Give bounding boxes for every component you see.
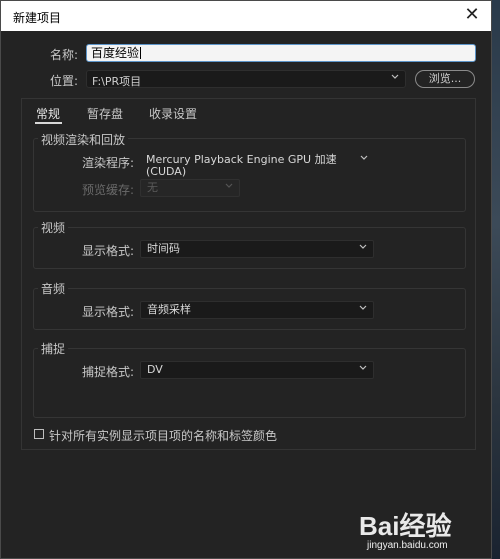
audio-format-label: 显示格式: (82, 305, 135, 319)
audio-format-value: 音频采样 (147, 303, 191, 316)
show-label-color-checkbox[interactable] (34, 429, 44, 439)
audio-group-title: 音频 (38, 280, 69, 297)
renderer-dropdown[interactable]: Mercury Playback Engine GPU 加速 (CUDA) (140, 152, 374, 178)
preview-cache-value: 无 (147, 181, 158, 194)
capture-format-value: DV (147, 363, 163, 376)
name-label: 名称: (50, 48, 79, 62)
render-group-title: 视频渲染和回放 (38, 131, 129, 148)
render-playback-group (33, 138, 466, 212)
watermark-brand: Bai经验 (359, 511, 452, 541)
active-tab-indicator (35, 122, 62, 124)
renderer-label: 渲染程序: (82, 156, 135, 170)
preview-cache-dropdown[interactable]: 无 (140, 179, 240, 197)
title-bar: 新建项目 ✕ (1, 1, 491, 31)
location-dropdown[interactable]: F:\PR项目 (86, 70, 406, 88)
chevron-down-icon (391, 72, 399, 82)
chevron-down-icon (360, 153, 368, 163)
chevron-down-icon (359, 363, 367, 373)
new-project-dialog: 新建项目 ✕ 名称: 百度经验 位置: F:\PR项目 浏览... 常规 暂存盘… (0, 0, 492, 559)
project-name-value: 百度经验 (91, 46, 140, 60)
capture-group (33, 348, 466, 418)
video-format-label: 显示格式: (82, 244, 135, 258)
close-icon[interactable]: ✕ (461, 4, 483, 26)
capture-group-title: 捕捉 (38, 340, 69, 357)
video-group-title: 视频 (38, 219, 69, 236)
chevron-down-icon (359, 242, 367, 252)
chevron-down-icon (359, 303, 367, 313)
dialog-title: 新建项目 (13, 11, 62, 25)
location-value: F:\PR项目 (92, 75, 142, 88)
capture-format-label: 捕捉格式: (82, 365, 135, 379)
watermark-url: jingyan.baidu.com (367, 540, 448, 551)
show-label-color-label: 针对所有实例显示项目项的名称和标签颜色 (49, 429, 278, 443)
preview-cache-label: 预览缓存: (82, 183, 135, 197)
chevron-down-icon (225, 181, 233, 191)
tab-scratch-disks[interactable]: 暂存盘 (87, 105, 123, 122)
browse-button[interactable]: 浏览... (415, 70, 475, 88)
capture-format-dropdown[interactable]: DV (140, 361, 374, 379)
tab-ingest-settings[interactable]: 收录设置 (149, 105, 197, 122)
location-label: 位置: (50, 74, 79, 88)
audio-format-dropdown[interactable]: 音频采样 (140, 301, 374, 319)
text-caret (140, 47, 142, 59)
video-format-value: 时间码 (147, 242, 180, 255)
video-format-dropdown[interactable]: 时间码 (140, 240, 374, 258)
baidu-jingyan-watermark: Bai经验 jingyan.baidu.com (359, 506, 493, 556)
project-name-input[interactable]: 百度经验 (86, 44, 476, 62)
tab-general[interactable]: 常规 (36, 105, 60, 122)
